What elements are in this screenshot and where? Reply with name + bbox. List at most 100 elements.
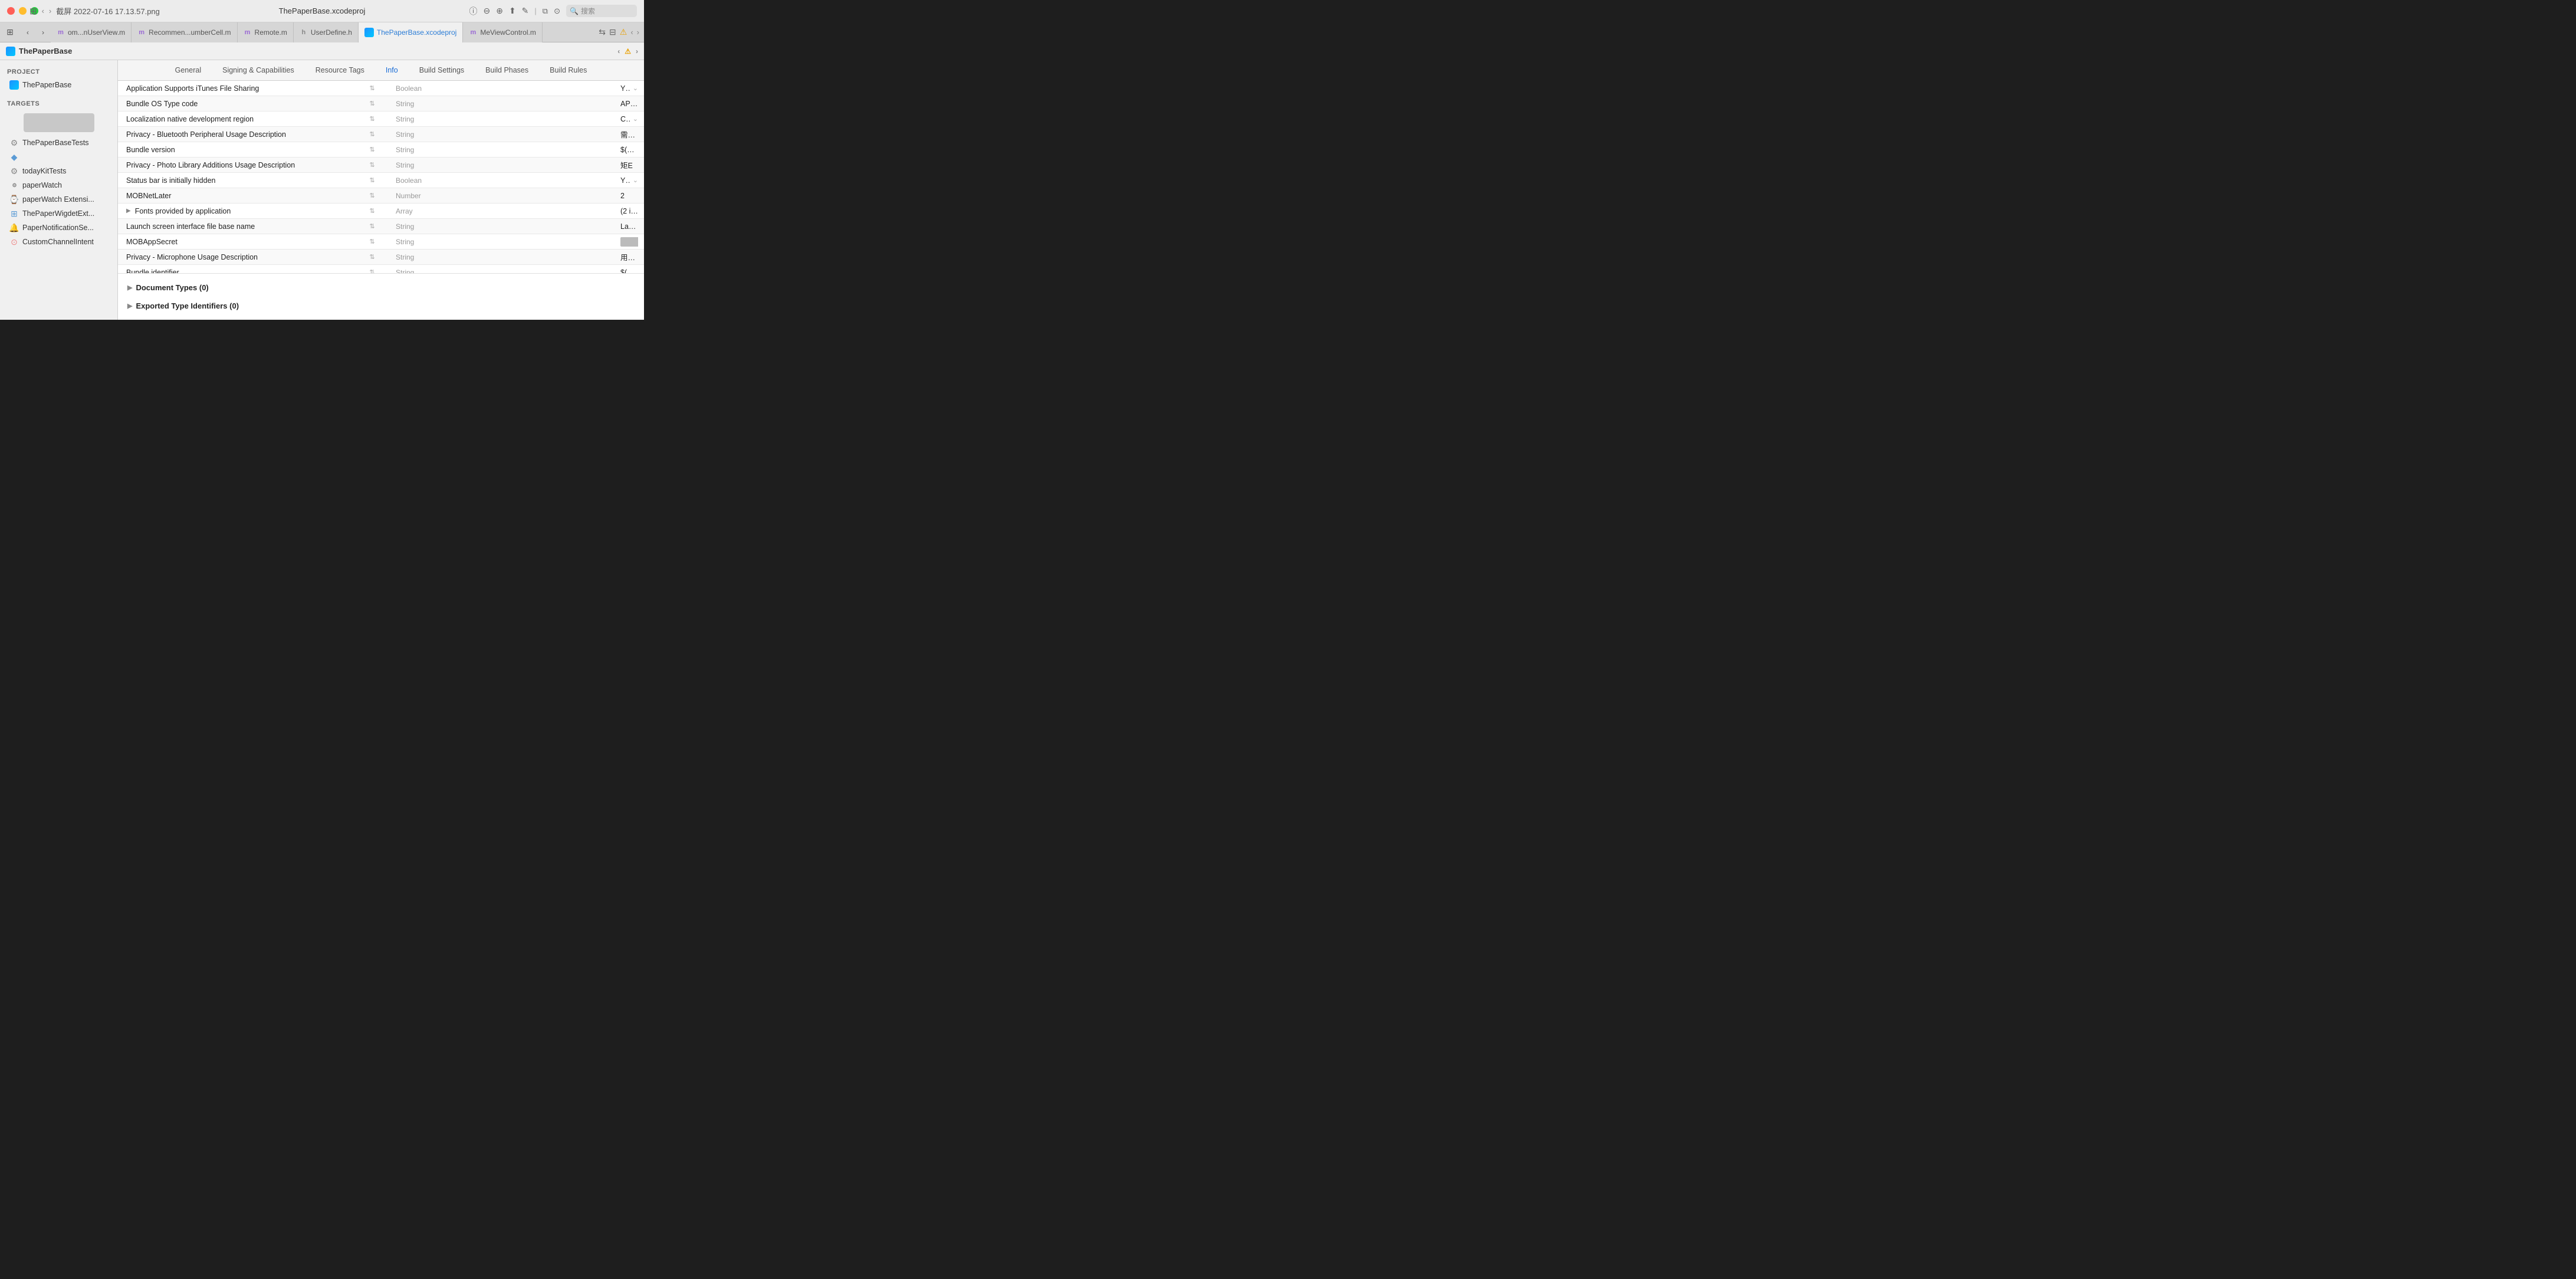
target-notif-label: PaperNotificationSe... [22, 224, 94, 232]
tab-forward-button[interactable]: › [35, 25, 51, 40]
window-icon[interactable]: ⧉ [543, 6, 548, 16]
tab-meviewcontrol[interactable]: m MeViewControl.m [463, 22, 542, 42]
sort-bundle-os[interactable]: ⇅ [349, 100, 396, 107]
tab-icon-m6: m [469, 28, 477, 37]
split-right-icon[interactable]: ⊟ [609, 27, 616, 37]
info-table: Application Supports iTunes File Sharing… [118, 81, 644, 273]
table-row[interactable]: Privacy - Microphone Usage Description ⇅… [118, 250, 644, 265]
tab-build-settings[interactable]: Build Settings [409, 64, 475, 77]
dropdown-app-support[interactable]: ⌄ [633, 84, 638, 92]
sort-bundle-version[interactable]: ⇅ [349, 146, 396, 153]
chevron-right-icon[interactable]: › [637, 28, 639, 37]
sort-bundle-identifier[interactable]: ⇅ [349, 268, 396, 273]
sort-app-support[interactable]: ⇅ [349, 84, 396, 92]
type-bundle-version: String [396, 146, 620, 154]
nav-forward-icon[interactable]: › [49, 6, 51, 15]
tab-info[interactable]: Info [375, 64, 409, 77]
sidebar-item-todaykittests[interactable]: ⚙ todayKitTests [2, 164, 115, 178]
table-row[interactable]: MOBNetLater ⇅ Number 2 [118, 188, 644, 204]
tab-resource-tags[interactable]: Resource Tags [305, 64, 375, 77]
tab-build-phases[interactable]: Build Phases [475, 64, 539, 77]
sidebar-item-thepaperbase[interactable]: ThePaperBase [2, 78, 115, 92]
tab-general[interactable]: General [165, 64, 212, 77]
bottom-sections: ▶ Document Types (0) ▶ Exported Type Ide… [118, 273, 644, 320]
sort-launch-screen[interactable]: ⇅ [349, 222, 396, 230]
watch-blue-icon: ⌚ [9, 195, 19, 204]
exported-types-label: Exported Type Identifiers (0) [136, 301, 239, 310]
zoom-in-icon[interactable]: ⊕ [496, 6, 503, 16]
tab-icon-xcode [364, 28, 374, 37]
share-icon[interactable]: ⬆ [509, 6, 516, 16]
type-launch-screen: String [396, 222, 620, 231]
notification-icon: 🔔 [9, 223, 19, 232]
sidebar-item-thepaperbase-tests[interactable]: ⚙ ThePaperBaseTests [2, 136, 115, 150]
tab-label-1: om...nUserView.m [68, 28, 125, 37]
sidebar-toggle-icon[interactable]: ⊞ [29, 6, 37, 17]
main-area: PROJECT ThePaperBase TARGETS ⚙ ThePaperB… [0, 60, 644, 320]
tab-om-nuserview[interactable]: m om...nUserView.m [51, 22, 132, 42]
tab-signing[interactable]: Signing & Capabilities [212, 64, 305, 77]
sort-mob-app-secret[interactable]: ⇅ [349, 238, 396, 245]
sort-localization[interactable]: ⇅ [349, 115, 396, 123]
widget-icon: ⊞ [9, 209, 19, 218]
sidebar-item-paperwatch-ext[interactable]: ⌚ paperWatch Extensi... [2, 192, 115, 206]
type-mob-app-secret: String [396, 238, 620, 246]
project-section-label: PROJECT [0, 65, 117, 78]
table-row[interactable]: MOBAppSecret ⇅ String 30 [118, 234, 644, 250]
sort-bluetooth[interactable]: ⇅ [349, 130, 396, 138]
sort-fonts[interactable]: ⇅ [349, 207, 396, 215]
exported-types-header[interactable]: ▶ Exported Type Identifiers (0) [127, 297, 635, 315]
tab-back-button[interactable]: ‹ [20, 25, 35, 40]
search-box[interactable]: 🔍 搜索 [566, 5, 637, 17]
table-row[interactable]: Privacy - Photo Library Additions Usage … [118, 158, 644, 173]
tab-build-rules[interactable]: Build Rules [539, 64, 597, 77]
table-row[interactable]: Bundle version ⇅ String $(CURRENT_PROJEC… [118, 142, 644, 158]
minimize-button[interactable] [19, 7, 27, 15]
sort-status-bar[interactable]: ⇅ [349, 176, 396, 184]
intent-icon: ⊙ [9, 237, 19, 247]
sort-microphone[interactable]: ⇅ [349, 253, 396, 261]
tab-recommen-umbercell[interactable]: m Recommen...umberCell.m [132, 22, 237, 42]
sidebar-item-paperwatch[interactable]: ⚙ paperWatch [2, 178, 115, 192]
sidebar-toggle-button[interactable]: ⊞ [2, 25, 18, 40]
table-row[interactable]: Bundle OS Type code ⇅ String APPL [118, 96, 644, 111]
dropdown-status-bar[interactable]: ⌄ [633, 176, 638, 184]
tab-remote[interactable]: m Remote.m [238, 22, 294, 42]
table-row[interactable]: Status bar is initially hidden ⇅ Boolean… [118, 173, 644, 188]
zoom-out-icon[interactable]: ⊖ [483, 6, 490, 16]
tab-icon-m3: m [244, 28, 252, 37]
key-launch-screen: Launch screen interface file base name [124, 221, 349, 232]
edit-icon[interactable]: ✎ [522, 6, 529, 16]
type-app-support: Boolean [396, 84, 620, 93]
type-photo-library: String [396, 161, 620, 169]
sort-photo-library[interactable]: ⇅ [349, 161, 396, 169]
sidebar-item-today[interactable]: ◆ [2, 150, 115, 164]
tab-label-6: MeViewControl.m [480, 28, 535, 37]
table-row[interactable]: Application Supports iTunes File Sharing… [118, 81, 644, 96]
tab-userdefine[interactable]: h UserDefine.h [294, 22, 359, 42]
type-mobnet: Number [396, 192, 620, 200]
table-row[interactable]: Launch screen interface file base name ⇅… [118, 219, 644, 234]
target-icon[interactable]: ⊙ [554, 6, 560, 16]
split-left-icon[interactable]: ⇆ [599, 27, 606, 37]
table-row[interactable]: Bundle identifier ⇅ String $(PRODUCT_BUN… [118, 265, 644, 273]
table-row[interactable]: ▶ Fonts provided by application ⇅ Array … [118, 204, 644, 219]
nav-back-small-icon[interactable]: ‹ [617, 47, 620, 55]
sort-mobnet[interactable]: ⇅ [349, 192, 396, 199]
info-icon[interactable]: ⓘ [469, 5, 477, 17]
close-button[interactable] [7, 7, 15, 15]
sidebar-item-custom-intent[interactable]: ⊙ CustomChannelIntent [2, 235, 115, 249]
expand-fonts-arrow[interactable]: ▶ [126, 208, 131, 214]
chevron-doc-types-icon: ▶ [127, 284, 132, 291]
tab-thepaperbase-xcodeproj[interactable]: ThePaperBase.xcodeproj [359, 22, 463, 42]
doc-types-header[interactable]: ▶ Document Types (0) [127, 278, 635, 297]
sidebar-item-notification[interactable]: 🔔 PaperNotificationSe... [2, 221, 115, 235]
nav-forward-small-icon[interactable]: › [636, 47, 638, 55]
dropdown-localization[interactable]: ⌄ [633, 115, 638, 123]
table-row[interactable]: Privacy - Bluetooth Peripheral Usage Des… [118, 127, 644, 142]
nav-back-icon[interactable]: ‹ [42, 6, 44, 15]
chevron-left-icon[interactable]: ‹ [630, 28, 633, 37]
table-row[interactable]: Localization native development region ⇅… [118, 111, 644, 127]
key-fonts: ▶ Fonts provided by application [124, 205, 349, 217]
sidebar-item-widget-ext[interactable]: ⊞ ThePaperWigdetExt... [2, 206, 115, 221]
